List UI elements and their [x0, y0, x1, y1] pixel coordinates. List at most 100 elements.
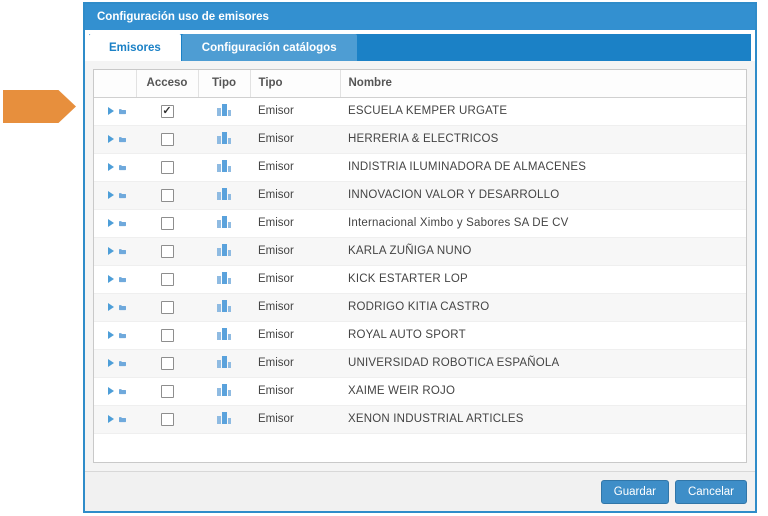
- table-row[interactable]: Emisor XENON INDUSTRIAL ARTICLES: [94, 405, 746, 433]
- acceso-checkbox[interactable]: [161, 217, 174, 230]
- nombre-cell: Internacional Ximbo y Sabores SA DE CV: [340, 209, 746, 237]
- tab-bar: Emisores Configuración catálogos: [89, 34, 751, 61]
- nombre-cell: XENON INDUSTRIAL ARTICLES: [340, 405, 746, 433]
- building-icon: [217, 187, 231, 200]
- folder-icon: [119, 217, 126, 230]
- nombre-cell: KICK ESTARTER LOP: [340, 265, 746, 293]
- tab-configuracion-catalogos-label: Configuración catálogos: [202, 42, 337, 54]
- column-header-nombre[interactable]: Nombre: [340, 70, 746, 97]
- tab-configuracion-catalogos[interactable]: Configuración catálogos: [182, 34, 357, 61]
- folder-icon: [119, 133, 126, 146]
- chevron-right-icon[interactable]: [108, 107, 114, 115]
- folder-icon: [119, 301, 126, 314]
- dialog-footer: Guardar Cancelar: [85, 471, 755, 511]
- acceso-checkbox[interactable]: [161, 245, 174, 258]
- tipo-cell: Emisor: [250, 209, 340, 237]
- building-icon: [217, 271, 231, 284]
- tipo-cell: Emisor: [250, 237, 340, 265]
- emisores-table: Acceso Tipo Tipo Nombre: [94, 70, 746, 434]
- acceso-checkbox[interactable]: [161, 301, 174, 314]
- table-row[interactable]: Emisor UNIVERSIDAD ROBOTICA ESPAÑOLA: [94, 349, 746, 377]
- table-header-row: Acceso Tipo Tipo Nombre: [94, 70, 746, 97]
- table-row[interactable]: Emisor KARLA ZUÑIGA NUNO: [94, 237, 746, 265]
- acceso-checkbox[interactable]: [161, 189, 174, 202]
- tab-emisores[interactable]: Emisores: [89, 34, 181, 61]
- chevron-right-icon[interactable]: [108, 275, 114, 283]
- building-icon: [217, 243, 231, 256]
- chevron-right-icon[interactable]: [108, 191, 114, 199]
- table-row[interactable]: Emisor XAIME WEIR ROJO: [94, 377, 746, 405]
- folder-icon: [119, 273, 126, 286]
- building-icon: [217, 411, 231, 424]
- acceso-checkbox[interactable]: [161, 385, 174, 398]
- save-button[interactable]: Guardar: [601, 480, 669, 504]
- table-row[interactable]: Emisor INNOVACION VALOR Y DESARROLLO: [94, 181, 746, 209]
- tipo-cell: Emisor: [250, 405, 340, 433]
- tipo-cell: Emisor: [250, 265, 340, 293]
- acceso-checkbox[interactable]: [161, 161, 174, 174]
- table-row[interactable]: Emisor KICK ESTARTER LOP: [94, 265, 746, 293]
- column-header-tipo[interactable]: Tipo: [250, 70, 340, 97]
- acceso-checkbox[interactable]: [161, 273, 174, 286]
- chevron-right-icon[interactable]: [108, 331, 114, 339]
- table-row[interactable]: Emisor ROYAL AUTO SPORT: [94, 321, 746, 349]
- acceso-checkbox[interactable]: [161, 133, 174, 146]
- table-row[interactable]: Emisor Internacional Ximbo y Sabores SA …: [94, 209, 746, 237]
- nombre-cell: RODRIGO KITIA CASTRO: [340, 293, 746, 321]
- dialog-titlebar: Configuración uso de emisores: [85, 4, 755, 30]
- nombre-cell: INNOVACION VALOR Y DESARROLLO: [340, 181, 746, 209]
- annotation-arrow-icon: [3, 90, 76, 123]
- dialog-content: Acceso Tipo Tipo Nombre: [85, 61, 755, 471]
- nombre-cell: UNIVERSIDAD ROBOTICA ESPAÑOLA: [340, 349, 746, 377]
- column-header-acceso[interactable]: Acceso: [136, 70, 198, 97]
- folder-icon: [119, 161, 126, 174]
- folder-icon: [119, 385, 126, 398]
- chevron-right-icon[interactable]: [108, 415, 114, 423]
- folder-icon: [119, 189, 126, 202]
- table-row[interactable]: Emisor ESCUELA KEMPER URGATE: [94, 97, 746, 125]
- tipo-cell: Emisor: [250, 321, 340, 349]
- building-icon: [217, 355, 231, 368]
- tipo-cell: Emisor: [250, 377, 340, 405]
- nombre-cell: XAIME WEIR ROJO: [340, 377, 746, 405]
- nombre-cell: INDISTRIA ILUMINADORA DE ALMACENES: [340, 153, 746, 181]
- tipo-cell: Emisor: [250, 125, 340, 153]
- chevron-right-icon[interactable]: [108, 387, 114, 395]
- chevron-right-icon[interactable]: [108, 303, 114, 311]
- folder-icon: [119, 105, 126, 118]
- building-icon: [217, 215, 231, 228]
- chevron-right-icon[interactable]: [108, 359, 114, 367]
- table-row[interactable]: Emisor HERRERIA & ELECTRICOS: [94, 125, 746, 153]
- dialog-title: Configuración uso de emisores: [97, 11, 269, 23]
- table-row[interactable]: Emisor RODRIGO KITIA CASTRO: [94, 293, 746, 321]
- building-icon: [217, 159, 231, 172]
- building-icon: [217, 383, 231, 396]
- acceso-checkbox[interactable]: [161, 105, 174, 118]
- acceso-checkbox[interactable]: [161, 413, 174, 426]
- folder-icon: [119, 329, 126, 342]
- tipo-cell: Emisor: [250, 153, 340, 181]
- nombre-cell: ROYAL AUTO SPORT: [340, 321, 746, 349]
- column-header-tree[interactable]: [94, 70, 136, 97]
- nombre-cell: KARLA ZUÑIGA NUNO: [340, 237, 746, 265]
- building-icon: [217, 131, 231, 144]
- chevron-right-icon[interactable]: [108, 219, 114, 227]
- tipo-cell: Emisor: [250, 293, 340, 321]
- building-icon: [217, 103, 231, 116]
- table-body: Emisor ESCUELA KEMPER URGATE Emisor HERR…: [94, 97, 746, 433]
- folder-icon: [119, 413, 126, 426]
- cancel-button[interactable]: Cancelar: [675, 480, 747, 504]
- building-icon: [217, 299, 231, 312]
- column-header-tipo-icon[interactable]: Tipo: [198, 70, 250, 97]
- nombre-cell: ESCUELA KEMPER URGATE: [340, 97, 746, 125]
- tipo-cell: Emisor: [250, 349, 340, 377]
- tipo-cell: Emisor: [250, 181, 340, 209]
- table-row[interactable]: Emisor INDISTRIA ILUMINADORA DE ALMACENE…: [94, 153, 746, 181]
- folder-icon: [119, 357, 126, 370]
- chevron-right-icon[interactable]: [108, 247, 114, 255]
- nombre-cell: HERRERIA & ELECTRICOS: [340, 125, 746, 153]
- chevron-right-icon[interactable]: [108, 135, 114, 143]
- chevron-right-icon[interactable]: [108, 163, 114, 171]
- acceso-checkbox[interactable]: [161, 357, 174, 370]
- acceso-checkbox[interactable]: [161, 329, 174, 342]
